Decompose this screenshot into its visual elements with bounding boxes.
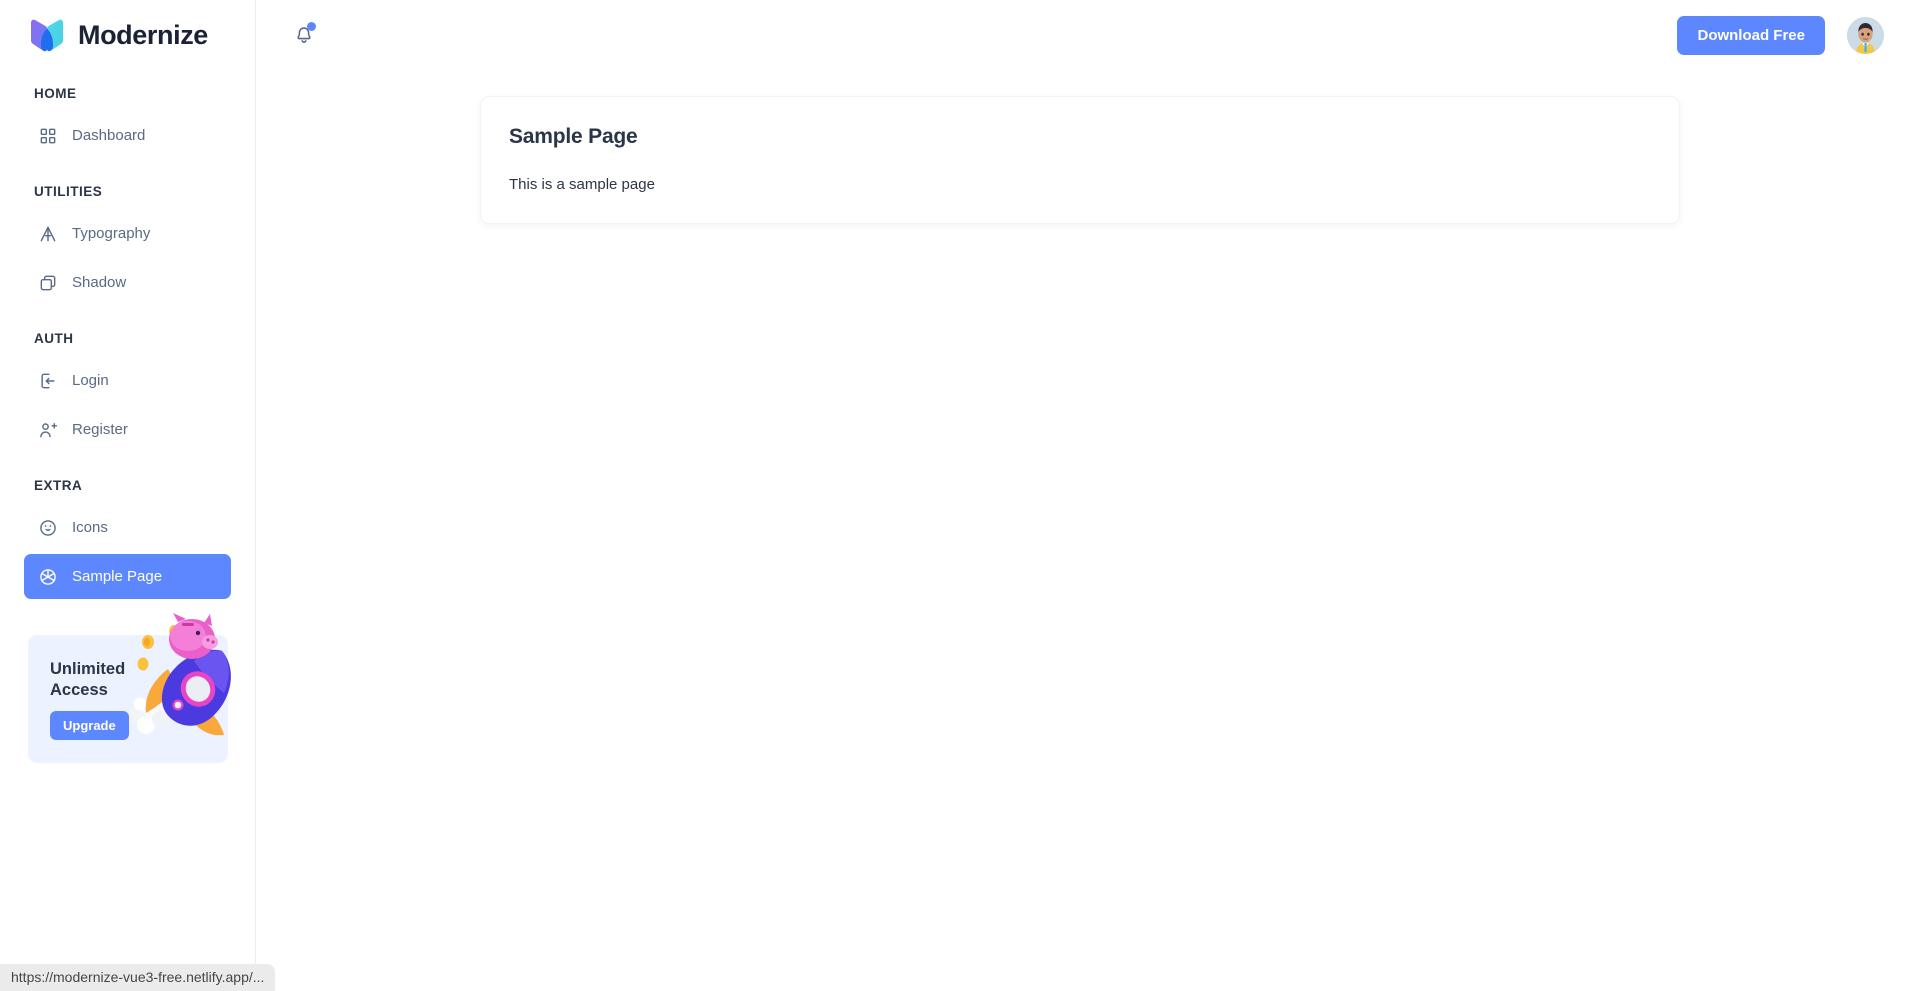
promo-title-line2: Access — [50, 680, 108, 699]
app-root: Modernize HOME Dashboard UTILITIES Typog… — [0, 0, 1920, 991]
nav-section-label-utilities: UTILITIES — [34, 184, 103, 199]
sidebar-item-label: Icons — [72, 519, 108, 536]
status-bar-url: https://modernize-vue3-free.netlify.app/… — [0, 964, 276, 991]
nav-section-label-home: HOME — [34, 86, 77, 101]
sidebar-nav: HOME Dashboard UTILITIES Typography Shad… — [0, 86, 255, 599]
avatar[interactable] — [1847, 16, 1884, 54]
nav-section-label-extra: EXTRA — [34, 478, 83, 493]
typography-icon — [38, 224, 58, 244]
layout-grid-icon — [38, 126, 58, 146]
sidebar-item-shadow[interactable]: Shadow — [24, 260, 231, 305]
login-icon — [38, 371, 58, 391]
copy-shadow-icon — [38, 273, 58, 293]
promo-card: Unlimited Access Upgrade — [28, 613, 231, 763]
sidebar-item-register[interactable]: Register — [24, 407, 231, 452]
promo-title: Unlimited Access — [50, 659, 142, 700]
aperture-icon — [38, 567, 58, 587]
upgrade-button[interactable]: Upgrade — [50, 711, 129, 741]
sidebar: Modernize HOME Dashboard UTILITIES Typog… — [0, 0, 256, 991]
sidebar-item-label: Shadow — [72, 274, 127, 291]
main-area: Download Free Sample Page This is a samp… — [256, 0, 1920, 991]
user-plus-icon — [38, 420, 58, 440]
content-area: Sample Page This is a sample page — [256, 70, 1920, 991]
sidebar-item-label: Register — [72, 421, 128, 438]
nav-section-label-auth: AUTH — [34, 331, 74, 346]
notification-badge-dot — [307, 22, 316, 31]
page-title: Sample Page — [509, 125, 638, 148]
sidebar-item-sample-page[interactable]: Sample Page — [24, 554, 231, 599]
smiley-face-icon — [38, 518, 58, 538]
sidebar-item-label: Typography — [72, 225, 151, 242]
sidebar-item-dashboard[interactable]: Dashboard — [24, 113, 231, 158]
page-body-text: This is a sample page — [509, 176, 655, 193]
promo-title-line1: Unlimited — [50, 660, 126, 678]
butterfly-logo-icon — [28, 18, 66, 52]
sample-page-card: Sample Page This is a sample page — [480, 96, 1680, 224]
sidebar-item-typography[interactable]: Typography — [24, 211, 231, 256]
brand-name: Modernize — [78, 19, 208, 50]
brand-logo[interactable]: Modernize — [0, 0, 255, 70]
sidebar-item-login[interactable]: Login — [24, 358, 231, 403]
sidebar-item-label: Login — [72, 372, 109, 389]
sidebar-item-label: Dashboard — [72, 127, 146, 144]
topbar: Download Free — [256, 0, 1920, 70]
notification-button[interactable] — [284, 15, 324, 55]
sidebar-item-label: Sample Page — [72, 568, 163, 585]
download-free-button[interactable]: Download Free — [1677, 15, 1825, 55]
sidebar-item-icons[interactable]: Icons — [24, 505, 231, 550]
